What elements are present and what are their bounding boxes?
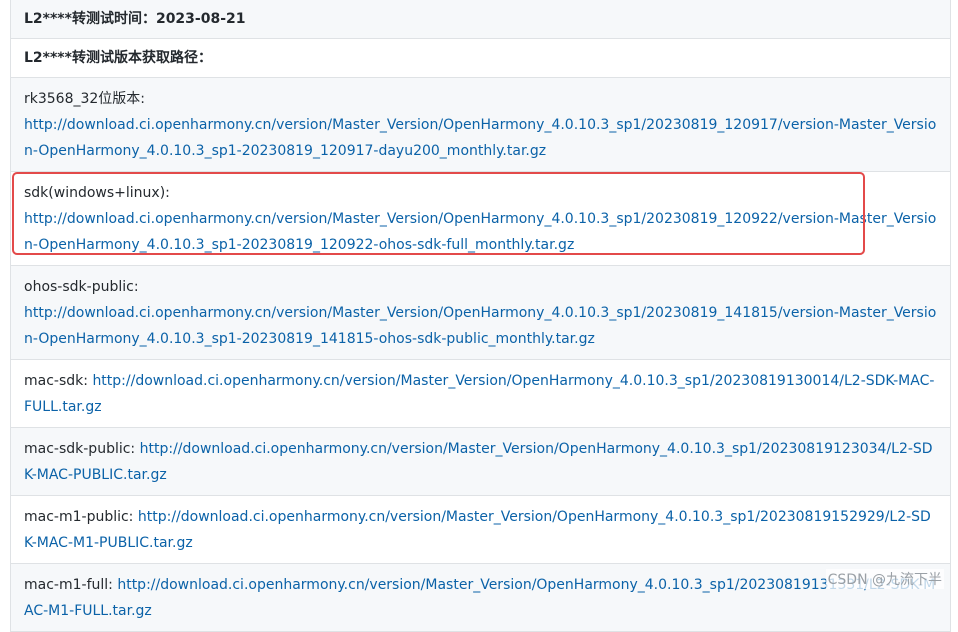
download-link-sdk-public[interactable]: http://download.ci.openharmony.cn/versio…	[24, 305, 936, 347]
row-label: sdk(windows+linux):	[24, 185, 170, 201]
download-link-mac-m1-public[interactable]: http://download.ci.openharmony.cn/versio…	[24, 509, 931, 551]
table-row-sdk-windows-linux: sdk(windows+linux): http://download.ci.o…	[11, 172, 950, 266]
download-link-mac-sdk[interactable]: http://download.ci.openharmony.cn/versio…	[24, 373, 934, 415]
download-link-rk3568[interactable]: http://download.ci.openharmony.cn/versio…	[24, 117, 936, 159]
test-time-row: L2****转测试时间：2023-08-21	[11, 0, 950, 39]
version-path-row: L2****转测试版本获取路径：	[11, 39, 950, 78]
download-link-mac-sdk-public[interactable]: http://download.ci.openharmony.cn/versio…	[24, 441, 933, 483]
version-path-text: L2****转测试版本获取路径：	[24, 50, 212, 66]
table-row-ohos-sdk-public: ohos-sdk-public: http://download.ci.open…	[11, 266, 950, 360]
row-label: mac-m1-full:	[24, 577, 113, 593]
version-table: L2****转测试时间：2023-08-21 L2****转测试版本获取路径： …	[10, 0, 951, 632]
row-label: mac-m1-public:	[24, 509, 134, 525]
watermark: CSDN @九流下半	[825, 569, 944, 589]
table-row-mac-m1-full: mac-m1-full: http://download.ci.openharm…	[11, 564, 950, 632]
row-label: mac-sdk:	[24, 373, 88, 389]
row-label: mac-sdk-public:	[24, 441, 136, 457]
table-row-mac-m1-public: mac-m1-public: http://download.ci.openha…	[11, 496, 950, 564]
download-link-sdk-full[interactable]: http://download.ci.openharmony.cn/versio…	[24, 211, 936, 253]
table-row-mac-sdk: mac-sdk: http://download.ci.openharmony.…	[11, 360, 950, 428]
row-label: rk3568_32位版本:	[24, 91, 146, 107]
download-link-mac-m1-full[interactable]: http://download.ci.openharmony.cn/versio…	[24, 577, 935, 619]
test-time-text: L2****转测试时间：2023-08-21	[24, 11, 246, 27]
table-row-rk3568: rk3568_32位版本: http://download.ci.openhar…	[11, 78, 950, 172]
table-row-mac-sdk-public: mac-sdk-public: http://download.ci.openh…	[11, 428, 950, 496]
row-label: ohos-sdk-public:	[24, 279, 139, 295]
